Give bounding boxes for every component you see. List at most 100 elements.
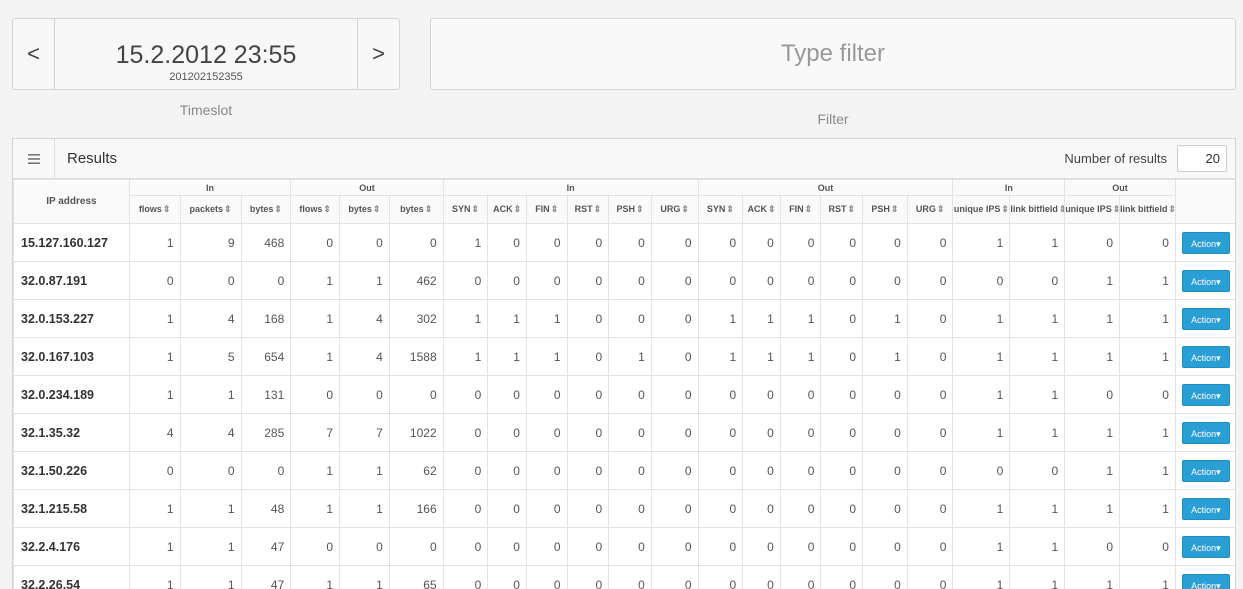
column-header-label: RST	[828, 204, 847, 214]
sort-icon[interactable]: ⇕	[891, 204, 899, 214]
table-cell: 0	[650, 261, 699, 300]
action-column-header	[1174, 179, 1235, 224]
column-header[interactable]: RST⇕	[820, 195, 864, 224]
table-cell: 1	[608, 337, 652, 376]
table-cell: 0	[1119, 527, 1176, 566]
column-header[interactable]: bytes⇕	[339, 195, 390, 224]
column-header[interactable]: RST⇕	[566, 195, 610, 224]
table-cell: 1	[128, 375, 181, 414]
list-icon[interactable]	[13, 139, 55, 179]
column-header[interactable]: SYN⇕	[697, 195, 744, 224]
table-cell: 0	[566, 299, 610, 338]
action-button[interactable]: Action▾	[1181, 345, 1230, 368]
sort-icon[interactable]: ⇕	[768, 204, 776, 214]
table-row: 32.0.167.103 1 5 654 1 4 1588 1 1 1 0 1 0 1 1 1 0 1 0 1 1 1 1 A…	[13, 337, 1235, 376]
action-button[interactable]: Action▾	[1181, 307, 1230, 330]
sort-icon[interactable]: ⇕	[681, 204, 689, 214]
table-cell: 0	[697, 451, 744, 490]
table-cell: 0	[608, 489, 652, 528]
sort-icon[interactable]: ⇕	[163, 204, 171, 214]
next-timeslot-button[interactable]: >	[357, 19, 399, 89]
table-cell: 0	[1064, 223, 1121, 262]
table-cell: 1	[779, 337, 822, 376]
column-header[interactable]: FIN⇕	[779, 195, 822, 224]
table-cell: 1	[952, 223, 1011, 262]
column-header[interactable]: PSH⇕	[608, 195, 652, 224]
table-cell: 0	[608, 223, 652, 262]
column-header[interactable]: packets⇕	[179, 195, 242, 224]
column-header[interactable]: bytes⇕	[388, 195, 444, 224]
sort-icon[interactable]: ⇕	[594, 204, 602, 214]
action-button[interactable]: Action▾	[1181, 231, 1230, 254]
table-cell: 0	[487, 565, 527, 589]
ip-address-cell: 32.1.35.32	[13, 413, 130, 452]
action-button[interactable]: Action▾	[1181, 459, 1230, 482]
column-header[interactable]: URG⇕	[906, 195, 954, 224]
table-cell: 0	[442, 261, 489, 300]
column-header[interactable]: FIN⇕	[525, 195, 568, 224]
table-cell: 1	[1119, 413, 1176, 452]
column-header[interactable]: flows⇕	[290, 195, 341, 224]
column-header[interactable]: SYN⇕	[442, 195, 489, 224]
sort-icon[interactable]: ⇕	[636, 204, 644, 214]
column-header[interactable]: link bitfield⇕	[1009, 195, 1066, 224]
table-cell: 0	[742, 261, 781, 300]
sort-icon[interactable]: ⇕	[1169, 204, 1175, 214]
table-cell: 0	[650, 223, 699, 262]
sort-icon[interactable]: ⇕	[471, 204, 479, 214]
column-header[interactable]: URG⇕	[650, 195, 699, 224]
table-cell: 1	[1009, 489, 1066, 528]
sort-icon[interactable]: ⇕	[937, 204, 945, 214]
table-cell: 462	[388, 261, 444, 300]
sort-icon[interactable]: ⇕	[425, 204, 433, 214]
table-cell: 0	[525, 489, 568, 528]
column-header[interactable]: unique IPS⇕	[1064, 195, 1121, 224]
column-header[interactable]: flows⇕	[128, 195, 181, 224]
sort-icon[interactable]: ⇕	[551, 204, 559, 214]
table-cell: 9	[179, 223, 242, 262]
results-title: Results	[67, 150, 118, 167]
ip-address-cell: 32.1.50.226	[13, 451, 130, 490]
sort-icon[interactable]: ⇕	[373, 204, 381, 214]
table-cell: 0	[566, 451, 610, 490]
sort-icon[interactable]: ⇕	[323, 204, 331, 214]
table-cell: 1	[1009, 375, 1066, 414]
sort-icon[interactable]: ⇕	[726, 204, 734, 214]
sort-icon[interactable]: ⇕	[1113, 204, 1119, 214]
column-header[interactable]: PSH⇕	[862, 195, 908, 224]
number-of-results-input[interactable]	[1177, 145, 1227, 172]
column-header[interactable]: ACK⇕	[487, 195, 527, 224]
action-button[interactable]: Action▾	[1181, 421, 1230, 444]
action-button[interactable]: Action▾	[1181, 573, 1230, 589]
table-cell: 1	[487, 299, 527, 338]
table-cell: 0	[906, 413, 954, 452]
table-cell: 1	[1009, 527, 1066, 566]
sort-icon[interactable]: ⇕	[805, 204, 813, 214]
sort-icon[interactable]: ⇕	[847, 204, 855, 214]
column-header[interactable]: bytes⇕	[240, 195, 292, 224]
table-cell: 1	[1064, 489, 1121, 528]
action-button[interactable]: Action▾	[1181, 269, 1230, 292]
sort-icon[interactable]: ⇕	[1059, 204, 1064, 214]
sort-icon[interactable]: ⇕	[274, 204, 282, 214]
table-cell: 0	[566, 223, 610, 262]
sort-icon[interactable]: ⇕	[224, 204, 232, 214]
column-header[interactable]: link bitfield⇕	[1119, 195, 1176, 224]
column-header-label: unique IPS	[1065, 204, 1112, 215]
action-button[interactable]: Action▾	[1181, 497, 1230, 520]
filter-input[interactable]	[430, 18, 1236, 90]
table-row: 15.127.160.127 1 9 468 0 0 0 1 0 0 0 0 0 0 0 0 0 0 0 1 1 0 0 Ac…	[13, 223, 1235, 262]
action-button[interactable]: Action▾	[1181, 535, 1230, 558]
action-button[interactable]: Action▾	[1181, 383, 1230, 406]
column-header-label: flows	[299, 204, 323, 214]
sort-icon[interactable]: ⇕	[1001, 204, 1008, 214]
table-cell: 4	[128, 413, 181, 452]
column-header-label: URG	[915, 204, 936, 214]
prev-timeslot-button[interactable]: <	[13, 19, 55, 89]
column-header[interactable]: ACK⇕	[742, 195, 781, 224]
table-cell: 1	[442, 223, 489, 262]
table-cell: 0	[862, 261, 908, 300]
table-cell: 1	[1119, 565, 1176, 589]
column-header[interactable]: unique IPS⇕	[952, 195, 1011, 224]
sort-icon[interactable]: ⇕	[514, 204, 522, 214]
